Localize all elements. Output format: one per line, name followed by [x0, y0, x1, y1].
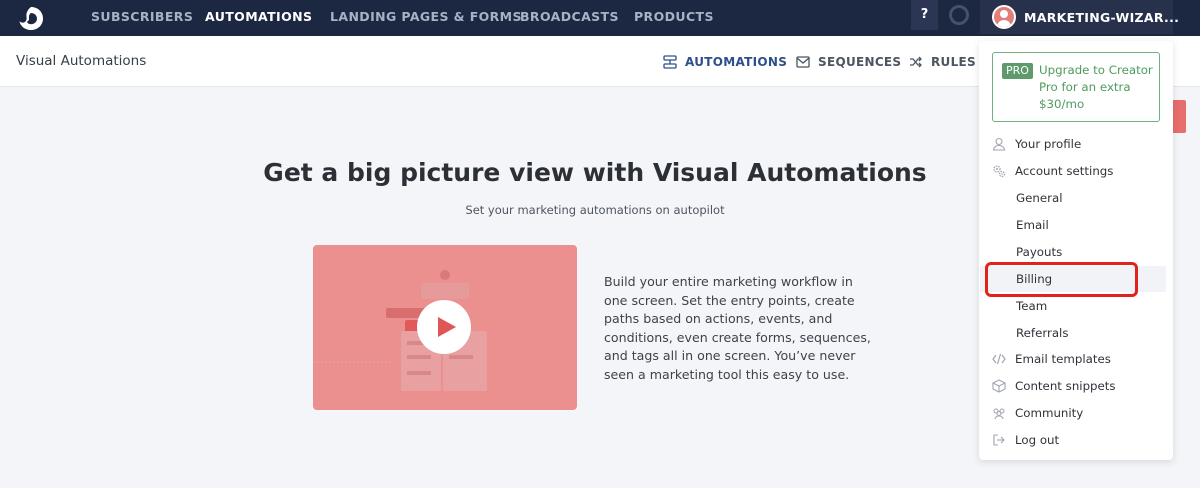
- gears-icon: [993, 165, 1006, 178]
- tab-automations-label: AUTOMATIONS: [685, 55, 788, 69]
- account-menu-button[interactable]: MARKETING-WIZAR...: [980, 0, 1179, 34]
- menu-label: Content snippets: [1015, 379, 1116, 393]
- account-name: MARKETING-WIZAR...: [1024, 9, 1180, 25]
- menu-item-payouts[interactable]: Payouts: [979, 240, 1173, 264]
- partially-hidden-button[interactable]: [1172, 100, 1186, 133]
- menu-item-your-profile[interactable]: Your profile: [979, 132, 1173, 156]
- upgrade-creator-pro-button[interactable]: PRO Upgrade to Creator Pro for an extra …: [992, 52, 1160, 122]
- tab-sequences-label: SEQUENCES: [818, 55, 902, 69]
- top-navigation: SUBSCRIBERS AUTOMATIONS LANDING PAGES & …: [0, 0, 1200, 36]
- shuffle-icon: [910, 56, 922, 68]
- pro-badge: PRO: [1002, 63, 1033, 79]
- menu-item-account-settings[interactable]: Account settings: [979, 159, 1173, 183]
- menu-item-content-snippets[interactable]: Content snippets: [979, 374, 1173, 398]
- description-text: Build your entire marketing workflow in …: [604, 274, 871, 382]
- nav-landing-pages-forms[interactable]: LANDING PAGES & FORMS: [330, 0, 522, 36]
- menu-item-log-out[interactable]: Log out: [979, 428, 1173, 452]
- menu-label: Email: [1016, 218, 1049, 232]
- menu-label: General: [1016, 191, 1063, 205]
- cube-icon: [992, 379, 1006, 393]
- nav-subscribers[interactable]: SUBSCRIBERS: [91, 0, 193, 36]
- menu-label: Your profile: [1015, 137, 1082, 151]
- tab-sequences[interactable]: SEQUENCES: [796, 55, 901, 69]
- billing-highlight-annotation: [985, 262, 1138, 297]
- tab-automations[interactable]: AUTOMATIONS: [663, 55, 787, 69]
- status-ring-icon[interactable]: [949, 5, 969, 25]
- menu-label: Community: [1015, 406, 1084, 420]
- menu-label: Account settings: [1015, 164, 1114, 178]
- logout-icon: [993, 434, 1005, 446]
- nav-automations[interactable]: AUTOMATIONS: [205, 0, 312, 36]
- menu-item-email[interactable]: Email: [979, 213, 1173, 237]
- avatar: [992, 5, 1016, 29]
- account-dropdown-menu: PRO Upgrade to Creator Pro for an extra …: [979, 41, 1173, 460]
- menu-item-team[interactable]: Team: [979, 294, 1173, 318]
- tab-rules[interactable]: RULES: [909, 55, 976, 69]
- code-icon: [992, 353, 1006, 365]
- video-thumbnail[interactable]: [313, 245, 577, 410]
- menu-item-general[interactable]: General: [979, 186, 1173, 210]
- menu-label: Team: [1016, 299, 1048, 313]
- menu-label: Referrals: [1016, 326, 1069, 340]
- play-icon[interactable]: [417, 300, 471, 354]
- help-button[interactable]: ?: [911, 0, 938, 30]
- convertkit-logo-icon[interactable]: [16, 3, 46, 33]
- menu-item-referrals[interactable]: Referrals: [979, 321, 1173, 345]
- menu-item-email-templates[interactable]: Email templates: [979, 347, 1173, 371]
- menu-label: Email templates: [1015, 352, 1111, 366]
- menu-item-community[interactable]: Community: [979, 401, 1173, 425]
- tab-rules-label: RULES: [931, 55, 976, 69]
- nav-broadcasts[interactable]: BROADCASTS: [520, 0, 619, 36]
- upgrade-text: Upgrade to Creator Pro for an extra $30/…: [1039, 63, 1153, 111]
- people-icon: [993, 408, 1005, 420]
- page-title: Visual Automations: [16, 53, 147, 69]
- automation-icon: [663, 55, 677, 69]
- menu-label: Payouts: [1016, 245, 1063, 259]
- menu-label: Log out: [1015, 433, 1060, 447]
- envelope-icon: [796, 56, 810, 68]
- user-icon: [992, 137, 1006, 151]
- nav-products[interactable]: PRODUCTS: [634, 0, 714, 36]
